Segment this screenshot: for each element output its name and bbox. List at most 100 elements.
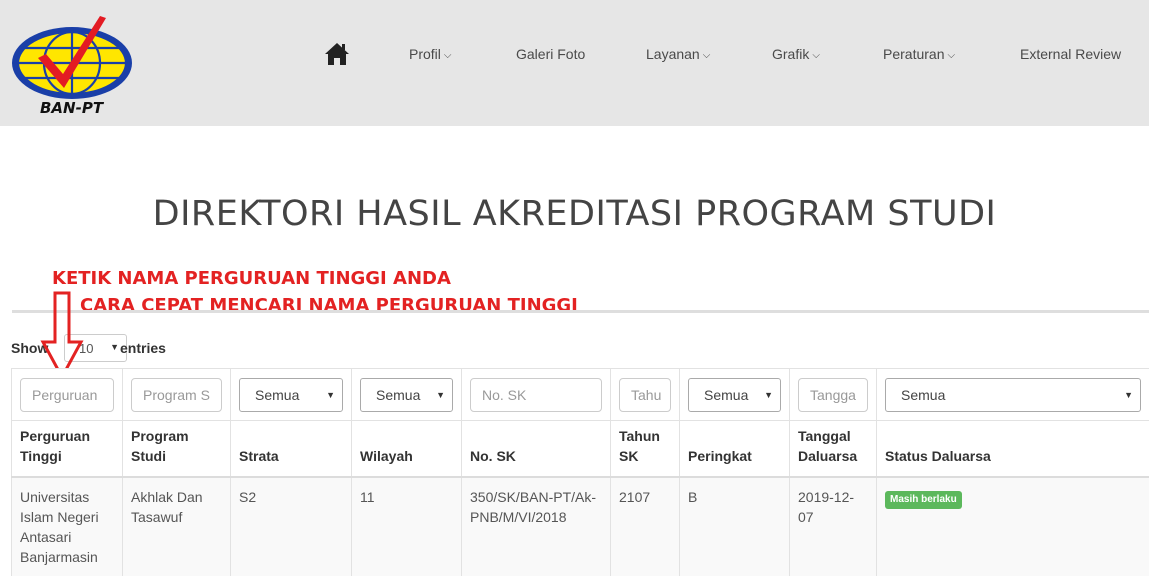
filter-cell: Perguruan — [11, 368, 123, 421]
nav-galeri-foto-label: Galeri Foto — [516, 46, 586, 62]
header-text: Tinggi — [20, 447, 62, 464]
header-row: Perguruan Tinggi Program Studi Strata Wila… — [11, 420, 1149, 478]
logo-text: BAN-PT — [40, 99, 105, 117]
header-text: Program — [131, 427, 189, 444]
column-header-strata[interactable]: Strata — [230, 420, 352, 478]
filter-cell: Tahu — [610, 368, 680, 421]
column-header-no-sk[interactable]: No. SK — [461, 420, 611, 478]
page-title: DIREKTORI HASIL AKREDITASI PROGRAM STUDI — [152, 194, 997, 234]
filter-cell: Program S — [122, 368, 231, 421]
home-icon[interactable] — [324, 42, 350, 66]
nav-peraturan-label: Peraturan — [883, 46, 945, 62]
entries-label: entries — [120, 340, 166, 356]
nav-profil[interactable]: Profil ⌵ — [409, 46, 452, 62]
filter-cell: Semua ▼ — [876, 368, 1149, 421]
filter-row: Perguruan Program S Semua ▼ Semua ▼ No. SK… — [11, 368, 1149, 421]
program-placeholder: Program S — [143, 386, 210, 403]
column-header-perguruan-tinggi[interactable]: Perguruan Tinggi — [11, 420, 123, 478]
main-navigation: Profil ⌵ Galeri Foto Layanan ⌵ Grafik ⌵ Per… — [0, 40, 1149, 72]
column-header-wilayah[interactable]: Wilayah — [351, 420, 462, 478]
caret-down-icon: ▼ — [1124, 389, 1133, 400]
cell-text: B — [688, 488, 698, 505]
header-text: Daluarsa — [798, 447, 858, 464]
annotation-arrow-icon — [40, 291, 84, 380]
nav-layanan-label: Layanan — [646, 46, 700, 62]
cell-text: Akhlak Dan — [131, 488, 203, 505]
site-header: BAN-PT Profil ⌵ Galeri Foto Layanan ⌵ Graf… — [0, 0, 1149, 126]
cell-no-sk: 350/SK/BAN-PT/Ak- PNB/M/VI/2018 — [461, 476, 611, 576]
perguruan-placeholder: Perguruan — [32, 386, 98, 403]
cell-perguruan-tinggi: Universitas Islam Negeri Antasari Banjar… — [11, 476, 123, 576]
cell-peringkat: B — [679, 476, 790, 576]
tanggal-placeholder: Tangga — [810, 386, 856, 403]
nav-profil-label: Profil — [409, 46, 441, 62]
tanggal-daluarsa-filter-input[interactable]: Tangga — [798, 377, 868, 412]
peringkat-filter-value: Semua — [704, 386, 749, 403]
cell-text: 2107 — [619, 488, 651, 505]
cell-program-studi: Akhlak Dan Tasawuf — [122, 476, 231, 576]
cell-text: 350/SK/BAN-PT/Ak- — [470, 488, 597, 505]
nav-grafik-label: Grafik — [772, 46, 810, 62]
chevron-down-icon: ⌵ — [702, 50, 711, 61]
column-header-tanggal-daluarsa[interactable]: Tanggal Daluarsa — [789, 420, 877, 478]
tahun-sk-filter-input[interactable]: Tahu — [619, 377, 671, 412]
filter-cell: Semua ▼ — [230, 368, 352, 421]
column-header-tahun-sk[interactable]: Tahun SK — [610, 420, 680, 478]
cell-text: Islam Negeri — [20, 508, 99, 525]
header-text: SK — [619, 447, 639, 464]
header-text: Peringkat — [688, 447, 752, 464]
filter-cell: Semua ▼ — [351, 368, 462, 421]
cell-text: PNB/M/VI/2018 — [470, 508, 567, 525]
cell-strata: S2 — [230, 476, 352, 576]
nav-grafik[interactable]: Grafik ⌵ — [772, 46, 820, 62]
chevron-down-icon: ⌵ — [947, 50, 956, 61]
caret-down-icon: ▼ — [764, 389, 773, 400]
header-text: Tahun — [619, 427, 660, 444]
header-text: Wilayah — [360, 447, 413, 464]
cell-wilayah: 11 — [351, 476, 462, 576]
no-sk-placeholder: No. SK — [482, 386, 527, 403]
cell-tanggal-daluarsa: 2019-12- 07 — [789, 476, 877, 576]
status-daluarsa-filter-select[interactable]: Semua ▼ — [885, 377, 1141, 412]
cell-status-daluarsa: Masih berlaku — [876, 476, 1149, 576]
nav-external-review-label: External Review — [1020, 46, 1122, 62]
caret-down-icon: ▼ — [326, 389, 335, 400]
header-text: Studi — [131, 447, 166, 464]
tahun-placeholder: Tahu — [631, 386, 662, 403]
cell-text: S2 — [239, 488, 257, 505]
filter-cell: No. SK — [461, 368, 611, 421]
cell-text: 11 — [360, 488, 375, 505]
accreditation-table: Perguruan Program S Semua ▼ Semua ▼ No. SK… — [11, 368, 1149, 576]
program-studi-filter-input[interactable]: Program S — [131, 377, 222, 412]
wilayah-filter-value: Semua — [376, 386, 421, 403]
cell-text: 07 — [798, 508, 814, 525]
perguruan-tinggi-filter-input[interactable]: Perguruan — [20, 377, 114, 412]
cell-text: Universitas — [20, 488, 90, 505]
caret-down-icon: ▼ — [436, 389, 445, 400]
nav-external-review[interactable]: External Review — [1020, 46, 1121, 62]
cell-text: Banjarmasin — [20, 548, 98, 565]
cell-tahun-sk: 2107 — [610, 476, 680, 576]
column-header-program-studi[interactable]: Program Studi — [122, 420, 231, 478]
cell-text: 2019-12- — [798, 488, 855, 505]
header-text: Perguruan — [20, 427, 91, 444]
wilayah-filter-select[interactable]: Semua ▼ — [360, 377, 453, 412]
cell-text: Antasari — [20, 528, 72, 545]
cell-text: Tasawuf — [131, 508, 183, 525]
annotation-instruction: KETIK NAMA PERGURUAN TINGGI ANDA — [52, 268, 451, 289]
filter-cell: Tangga — [789, 368, 877, 421]
strata-filter-select[interactable]: Semua ▼ — [239, 377, 343, 412]
table-row: Universitas Islam Negeri Antasari Banjar… — [11, 476, 1149, 576]
status-badge: Masih berlaku — [885, 490, 962, 509]
nav-layanan[interactable]: Layanan ⌵ — [646, 46, 710, 62]
status-filter-value: Semua — [901, 386, 946, 403]
no-sk-filter-input[interactable]: No. SK — [470, 377, 602, 412]
nav-galeri-foto[interactable]: Galeri Foto — [516, 46, 585, 62]
header-text: Status Daluarsa — [885, 447, 991, 464]
header-text: No. SK — [470, 447, 516, 464]
peringkat-filter-select[interactable]: Semua ▼ — [688, 377, 781, 412]
column-header-peringkat[interactable]: Peringkat — [679, 420, 790, 478]
section-divider — [12, 310, 1149, 313]
column-header-status-daluarsa[interactable]: Status Daluarsa — [876, 420, 1149, 478]
nav-peraturan[interactable]: Peraturan ⌵ — [883, 46, 955, 62]
